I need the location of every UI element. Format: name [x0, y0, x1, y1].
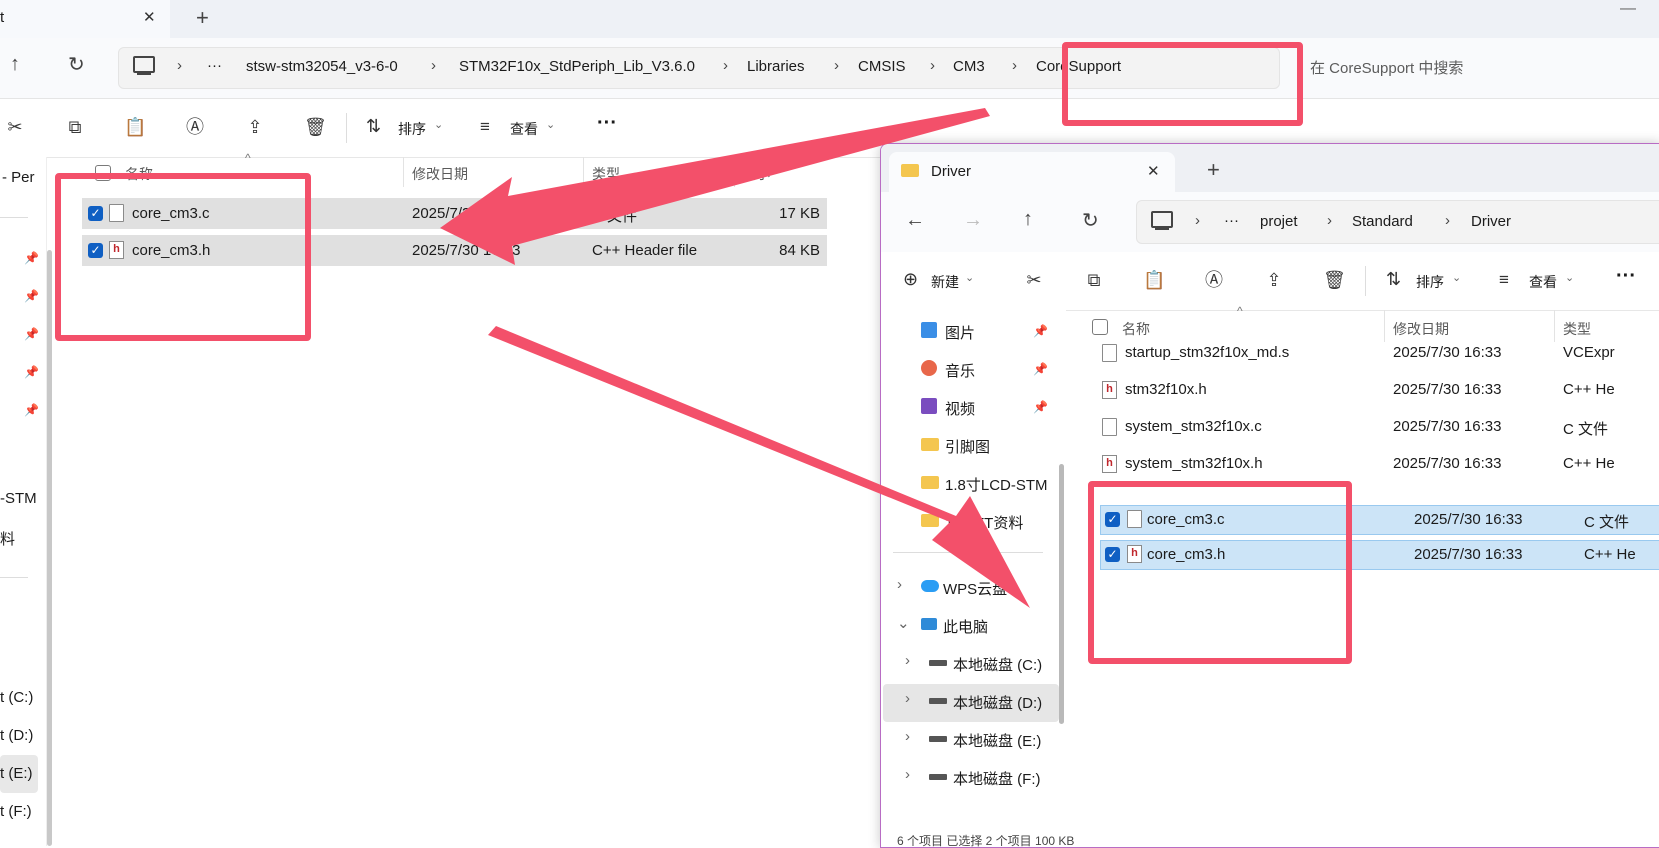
arrow-to-target-folder: [488, 326, 1030, 608]
annotation-arrows: [440, 108, 1030, 608]
arrow-to-source-files: [440, 108, 990, 265]
